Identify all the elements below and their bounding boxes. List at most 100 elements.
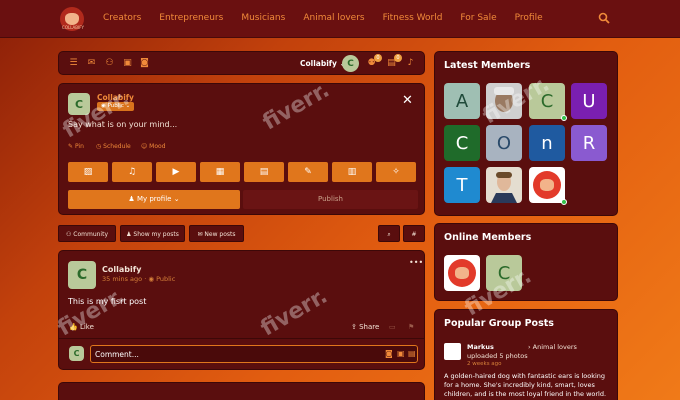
music-button[interactable]: ♫ (112, 162, 152, 182)
latest-members-panel: Latest Members A C U C O n R T (434, 51, 618, 216)
member-initial: C (497, 262, 511, 284)
account-selector[interactable]: Collabify ⌄ (300, 59, 346, 68)
member-logo[interactable] (529, 167, 565, 203)
post-avatar[interactable]: C (68, 261, 96, 289)
feeling-button[interactable]: ✧ (376, 162, 416, 182)
comment-avatar: C (69, 346, 84, 361)
member-tile[interactable]: n (529, 125, 565, 161)
latest-members-title: Latest Members (444, 60, 531, 71)
my-posts-label: Show my posts (133, 231, 179, 238)
nav-link-entrepreneurs[interactable]: Entrepreneurs (159, 13, 223, 23)
my-profile-button[interactable]: ♟ My profile ⌄ (68, 190, 240, 209)
member-photo[interactable] (486, 83, 522, 119)
member-tile[interactable]: R (571, 125, 607, 161)
feed-search-button[interactable]: ⌕ (378, 225, 400, 242)
member-tile[interactable]: U (571, 83, 607, 119)
online-members-title: Online Members (444, 232, 532, 243)
calendar-icon[interactable]: ▣ (122, 58, 133, 69)
member-tile[interactable]: C (529, 83, 565, 119)
bookmark-icon[interactable]: ▭ (389, 323, 396, 331)
search-icon[interactable] (598, 12, 610, 24)
bell-icon[interactable]: ♪ (405, 58, 416, 69)
poll-button[interactable]: ▤ (244, 162, 284, 182)
new-posts-label: New posts (204, 231, 236, 238)
member-tile[interactable]: C (486, 255, 522, 291)
like-label: Like (79, 323, 94, 331)
comment-placeholder: Comment... (95, 350, 139, 359)
composer-textarea[interactable]: Say what is on your mind... (68, 120, 177, 129)
attach-button[interactable]: ✎ (288, 162, 328, 182)
schedule-option[interactable]: ◷ Schedule (96, 143, 131, 150)
flag-icon[interactable]: ⚑ (408, 323, 414, 331)
group-post-author[interactable]: Markus (467, 343, 494, 351)
group-name: Animal lovers (532, 343, 577, 351)
close-icon[interactable]: ✕ (402, 94, 413, 107)
share-label: Share (359, 323, 380, 331)
tab-new-posts[interactable]: ✉ New posts (189, 225, 244, 242)
comment-input[interactable]: Comment... ◙ ▣ ▤ (90, 345, 418, 363)
media-buttons: ▨ ♫ ▶ ▦ ▤ ✎ ▥ ✧ (68, 162, 418, 182)
photo-button[interactable]: ▨ (68, 162, 108, 182)
popular-group-posts-panel: Popular Group Posts Markus › Animal love… (434, 309, 618, 400)
nav-links: Creators Entrepreneurs Musicians Animal … (103, 13, 561, 23)
nav-link-fitness-world[interactable]: Fitness World (383, 13, 443, 23)
tab-my-posts[interactable]: ♟ Show my posts (120, 225, 185, 242)
camera-icon[interactable]: ◙ (139, 58, 150, 69)
member-tile[interactable]: A (444, 83, 480, 119)
group-post-avatar[interactable] (444, 343, 461, 360)
nav-link-for-sale[interactable]: For Sale (460, 13, 496, 23)
online-members-panel: Online Members C (434, 223, 618, 301)
member-tile[interactable]: O (486, 125, 522, 161)
nav-link-animal-lovers[interactable]: Animal lovers (303, 13, 364, 23)
member-tile[interactable]: T (444, 167, 480, 203)
member-initial: R (582, 132, 596, 154)
composer-avatar: C (68, 93, 90, 115)
more-options-icon[interactable]: ••• (409, 258, 423, 267)
collabify-logo (448, 259, 476, 287)
member-photo[interactable] (486, 167, 522, 203)
group-post-group[interactable]: › Animal lovers (528, 343, 577, 351)
avatar[interactable]: C (342, 55, 359, 72)
member-initial: A (455, 90, 469, 112)
chat-icon[interactable]: ✉ (86, 58, 97, 69)
nav-link-creators[interactable]: Creators (103, 13, 141, 23)
next-post-card (58, 382, 425, 400)
post-author[interactable]: Collabify (102, 265, 141, 274)
member-initial: n (541, 132, 553, 154)
post-card: C Collabify 35 mins ago · ◉ Public ••• T… (58, 250, 425, 370)
member-initial: T (456, 174, 468, 196)
privacy-label: Public (107, 103, 124, 109)
composer-name: Collabify (97, 93, 134, 102)
gif-button[interactable]: ▦ (200, 162, 240, 182)
post-composer: C Collabify ◉ Public ⌄ ✕ Say what is on … (58, 83, 425, 215)
pin-option[interactable]: ✎ Pin (68, 143, 84, 150)
privacy-select[interactable]: ◉ Public ⌄ (97, 102, 135, 111)
online-indicator (561, 115, 567, 121)
video-button[interactable]: ▶ (156, 162, 196, 182)
mood-label: Mood (149, 143, 166, 150)
group-post-body: A golden-haired dog with fantastic ears … (444, 372, 607, 398)
nav-link-musicians[interactable]: Musicians (241, 13, 285, 23)
people-icon[interactable]: ⚇ (104, 58, 115, 69)
gif-icon[interactable]: ▣ (397, 349, 405, 358)
tab-community[interactable]: ⚇ Community (58, 225, 116, 242)
file-button[interactable]: ▥ (332, 162, 372, 182)
member-tile[interactable]: C (444, 125, 480, 161)
post-time[interactable]: 35 mins ago (102, 275, 142, 283)
hashtag-button[interactable]: # (403, 225, 425, 242)
member-initial: O (496, 132, 512, 154)
post-privacy: Public (156, 275, 176, 283)
emoji-icon[interactable]: ▤ (408, 349, 416, 358)
messages-badge: 0 (394, 54, 402, 62)
publish-button[interactable]: Publish (243, 190, 418, 209)
post-divider (59, 338, 424, 339)
community-label: Community (73, 231, 109, 238)
member-logo[interactable] (444, 255, 480, 291)
nav-link-profile[interactable]: Profile (515, 13, 543, 23)
member-initial: C (455, 132, 469, 154)
camera-icon[interactable]: ◙ (385, 349, 393, 358)
mood-option[interactable]: ☺ Mood (141, 143, 166, 150)
share-button[interactable]: ⇪ Share (351, 323, 379, 331)
menu-icon[interactable]: ☰ (68, 58, 79, 69)
like-button[interactable]: 👍 Like (69, 323, 94, 331)
